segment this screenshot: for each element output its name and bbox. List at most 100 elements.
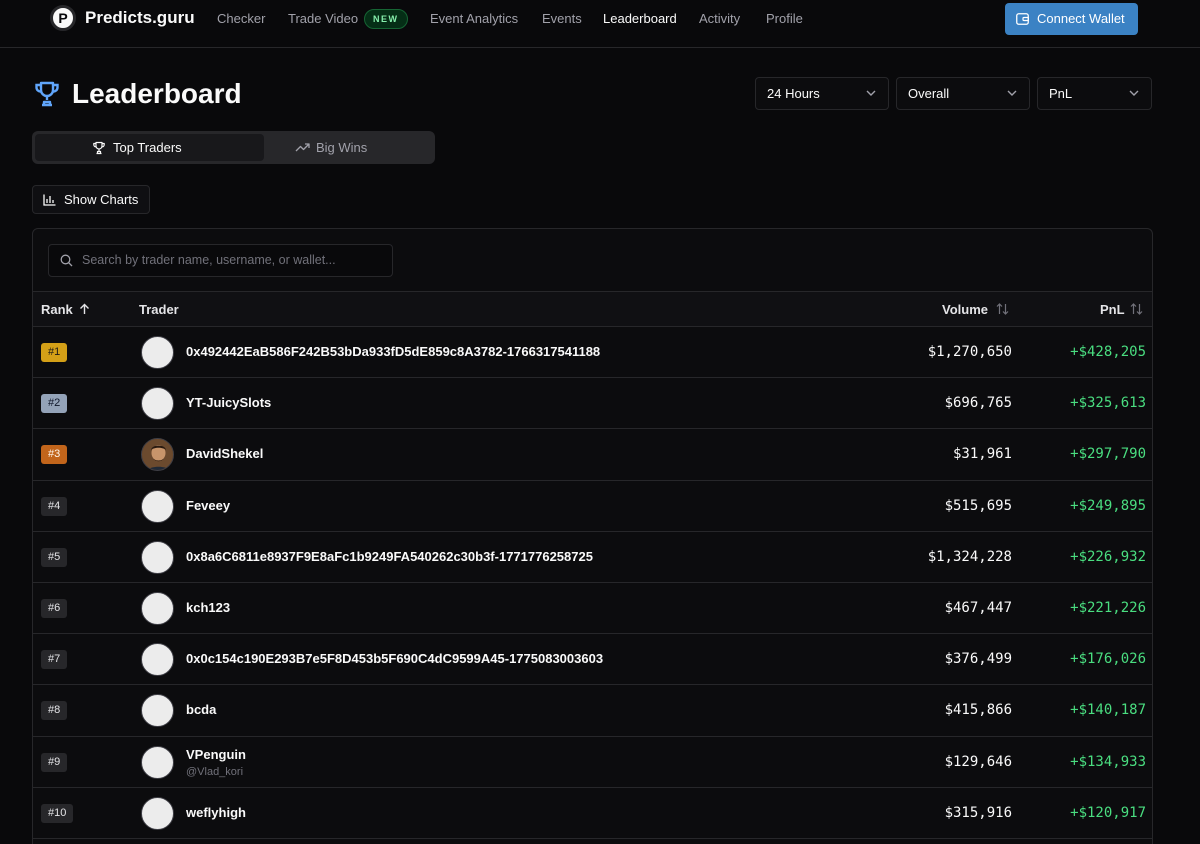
volume-value: $515,695 (944, 497, 1012, 514)
table-row[interactable]: #5 0x8a6C6811e8937F9E8aFc1b9249FA540262c… (33, 532, 1152, 583)
rank-badge: #9 (41, 752, 68, 772)
pnl-value: +$120,917 (1070, 804, 1146, 821)
search-box (48, 244, 393, 277)
sort-icon (1130, 303, 1143, 315)
avatar[interactable] (141, 745, 174, 779)
avatar[interactable] (141, 387, 174, 421)
avatar[interactable] (141, 438, 174, 472)
table-row[interactable]: #9 VPenguin @Vlad_kori $129,646 +$134,93… (33, 737, 1152, 788)
search-icon (60, 254, 73, 267)
trader-name[interactable]: kch123 (186, 600, 230, 615)
volume-value: $129,646 (944, 753, 1012, 770)
chevron-down-icon (1007, 90, 1017, 96)
column-volume[interactable]: Volume (942, 302, 1009, 317)
pnl-value: +$297,790 (1070, 446, 1146, 463)
pnl-value: +$221,226 (1070, 599, 1146, 616)
rank-badge: #6 (41, 598, 68, 618)
column-pnl[interactable]: PnL (1100, 302, 1143, 317)
nav-link-leaderboard[interactable]: Leaderboard (603, 11, 677, 26)
pnl-value: +$140,187 (1070, 702, 1146, 719)
trader-name[interactable]: 0x0c154c190E293B7e5F8D453b5F690C4dC9599A… (186, 651, 603, 666)
pnl-value: +$176,026 (1070, 651, 1146, 668)
timeframe-select[interactable]: 24 Hours (755, 77, 889, 110)
column-rank[interactable]: Rank (41, 302, 89, 317)
avatar[interactable] (141, 694, 174, 728)
nav-link-checker[interactable]: Checker (217, 11, 265, 26)
trader-username: @Vlad_kori (186, 765, 244, 778)
volume-value: $376,499 (944, 651, 1012, 668)
table-row[interactable]: #2 YT-JuicySlots $696,765 +$325,613 (33, 378, 1152, 430)
avatar[interactable] (141, 591, 174, 625)
volume-value: $1,270,650 (927, 344, 1012, 360)
trader-name[interactable]: VPenguin (186, 747, 246, 762)
metric-select[interactable]: PnL (1037, 77, 1152, 110)
rank-badge: #5 (41, 547, 68, 567)
trader-name[interactable]: DavidShekel (186, 446, 263, 461)
rank-badge: #10 (41, 803, 74, 823)
trader-name[interactable]: 0x492442EaB586F242B53bDa933fD5dE859c8A37… (186, 344, 600, 359)
connect-wallet-button[interactable]: Connect Wallet (1005, 3, 1138, 35)
avatar[interactable] (141, 336, 174, 369)
volume-value: $31,961 (952, 446, 1012, 463)
tab-big-wins-label: Big Wins (316, 140, 368, 155)
category-select[interactable]: Overall (896, 77, 1030, 110)
avatar[interactable] (141, 489, 174, 523)
trending-up-icon (295, 143, 310, 152)
timeframe-value: 24 Hours (767, 86, 820, 101)
logo-icon[interactable]: P (50, 5, 76, 31)
avatar[interactable] (141, 796, 174, 830)
top-nav: P Predicts.guru Checker Trade Video NEW … (0, 0, 1200, 48)
trader-name[interactable]: weflyhigh (186, 805, 246, 820)
trophy-icon (93, 141, 105, 155)
tab-top-traders-label: Top Traders (113, 140, 182, 155)
table-row[interactable]: #3 DavidShekel $31,961 +$297,790 (33, 429, 1152, 481)
show-charts-label: Show Charts (64, 192, 139, 207)
chevron-down-icon (866, 90, 876, 96)
wallet-icon (1016, 13, 1029, 25)
connect-wallet-label: Connect Wallet (1037, 11, 1125, 26)
table-body: #1 0x492442EaB586F242B53bDa933fD5dE859c8… (33, 327, 1152, 839)
pnl-value: +$134,933 (1070, 753, 1146, 770)
avatar[interactable] (141, 643, 174, 677)
search-input[interactable] (82, 253, 382, 267)
nav-link-profile[interactable]: Profile (766, 11, 803, 26)
pnl-value: +$226,932 (1070, 548, 1146, 565)
table-row[interactable]: #8 bcda $415,866 +$140,187 (33, 685, 1152, 737)
nav-link-event-analytics[interactable]: Event Analytics (430, 11, 518, 26)
table-row[interactable]: #7 0x0c154c190E293B7e5F8D453b5F690C4dC95… (33, 634, 1152, 686)
rank-badge: #2 (41, 394, 68, 414)
tab-top-traders[interactable]: Top Traders (35, 134, 264, 161)
rank-badge: #7 (41, 650, 68, 670)
bar-chart-icon (43, 194, 56, 206)
trader-name[interactable]: Feveey (186, 498, 230, 513)
trader-name[interactable]: 0x8a6C6811e8937F9E8aFc1b9249FA540262c30b… (186, 549, 593, 564)
pnl-value: +$428,205 (1070, 344, 1146, 360)
trader-name[interactable]: YT-JuicySlots (186, 395, 271, 410)
avatar[interactable] (141, 540, 174, 574)
trader-name[interactable]: bcda (186, 702, 216, 717)
table-row[interactable]: #4 Feveey $515,695 +$249,895 (33, 481, 1152, 532)
view-tabs: Top Traders Big Wins (32, 131, 435, 164)
nav-link-events[interactable]: Events (542, 11, 582, 26)
pnl-value: +$325,613 (1070, 395, 1146, 412)
nav-link-trade-video[interactable]: Trade Video (288, 11, 358, 26)
metric-value: PnL (1049, 86, 1073, 101)
chevron-down-icon (1129, 90, 1139, 96)
volume-value: $467,447 (944, 599, 1012, 616)
table-row[interactable]: #10 weflyhigh $315,916 +$120,917 (33, 788, 1152, 839)
rank-badge: #4 (41, 496, 68, 516)
tab-big-wins[interactable]: Big Wins (266, 134, 432, 161)
volume-value: $696,765 (944, 395, 1012, 412)
brand-name[interactable]: Predicts.guru (85, 8, 195, 28)
table-row[interactable]: #1 0x492442EaB586F242B53bDa933fD5dE859c8… (33, 327, 1152, 379)
table-row[interactable]: #6 kch123 $467,447 +$221,226 (33, 583, 1152, 635)
nav-link-activity[interactable]: Activity (699, 11, 740, 26)
rank-badge: #8 (41, 701, 68, 721)
show-charts-button[interactable]: Show Charts (32, 185, 150, 214)
rank-badge: #1 (41, 343, 68, 362)
leaderboard-panel: Rank Trader Volume PnL #1 0x492442EaB586… (32, 228, 1153, 844)
sort-icon (996, 303, 1009, 315)
column-trader: Trader (139, 302, 179, 317)
user-photo-icon (142, 439, 173, 471)
pnl-value: +$249,895 (1070, 497, 1146, 514)
